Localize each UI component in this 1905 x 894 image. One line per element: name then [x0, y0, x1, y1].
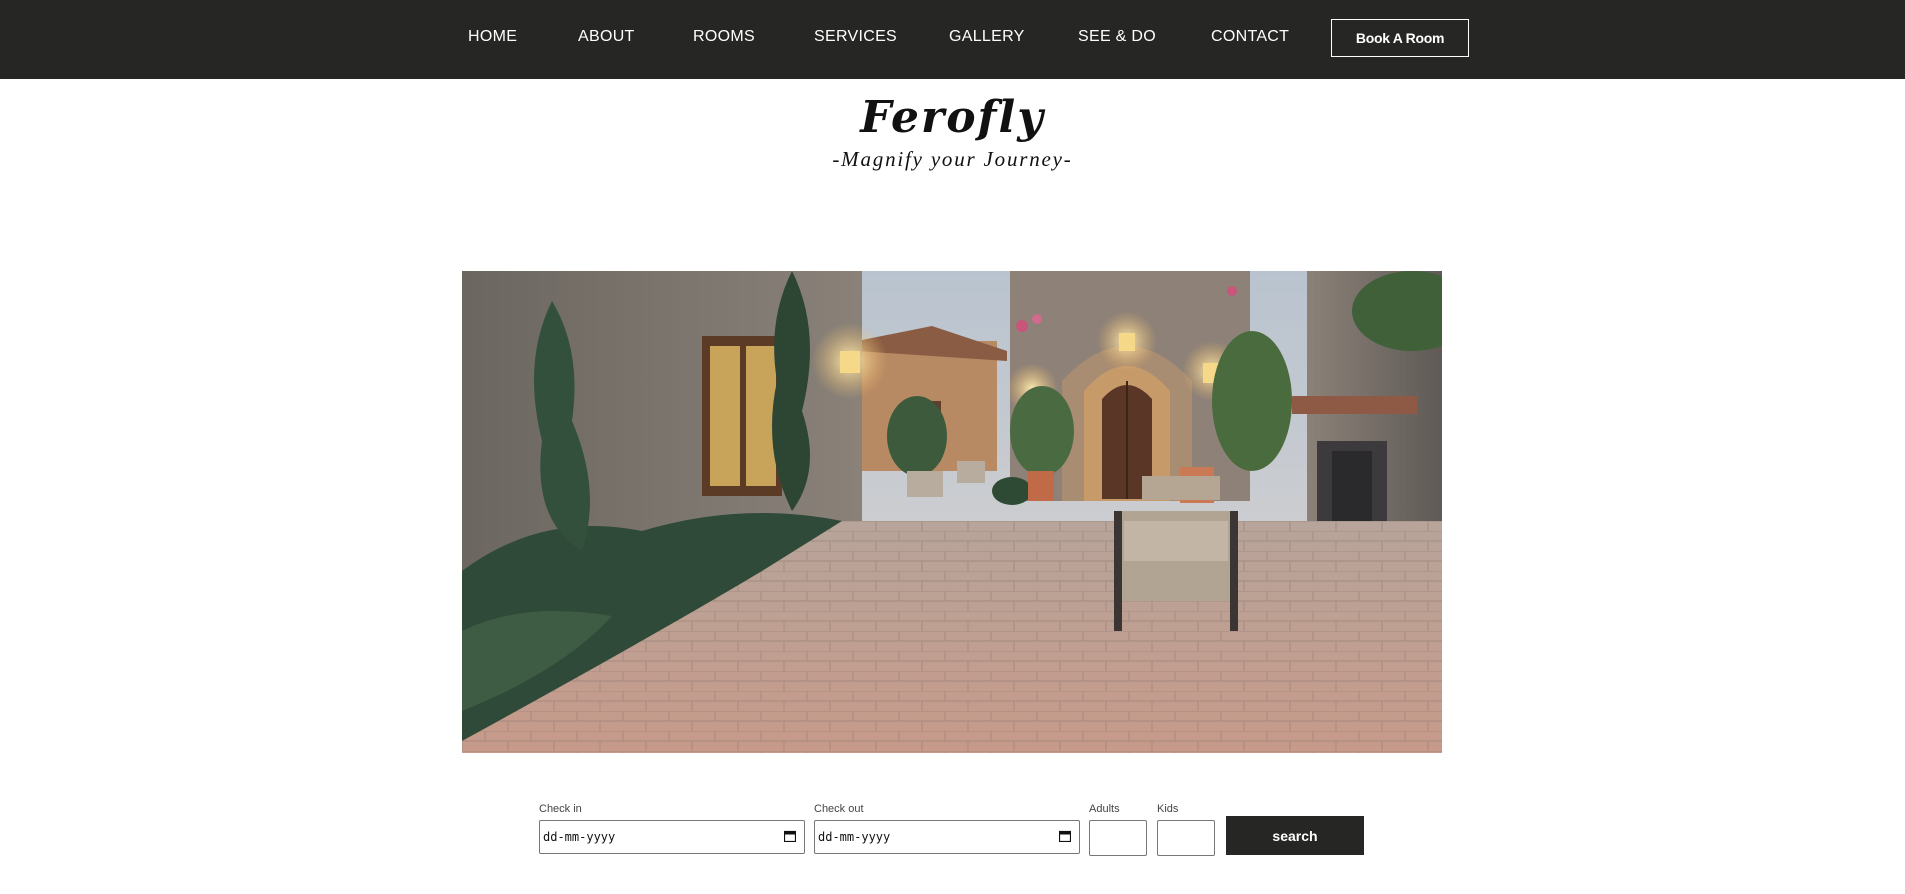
kids-label: Kids: [1157, 803, 1179, 815]
check-in-date-input[interactable]: dd-mm-yyyy: [539, 820, 805, 854]
calendar-icon[interactable]: [784, 830, 796, 842]
site-tagline: -Magnify your Journey-: [832, 147, 1073, 171]
check-out-date-input[interactable]: dd-mm-yyyy: [814, 820, 1080, 854]
adults-label: Adults: [1089, 803, 1120, 815]
check-in-label: Check in: [539, 803, 582, 815]
adults-input[interactable]: [1089, 820, 1147, 856]
hero-image: [462, 271, 1442, 753]
nav-rooms[interactable]: ROOMS: [693, 28, 755, 46]
nav-about[interactable]: ABOUT: [578, 28, 635, 46]
search-button[interactable]: search: [1226, 816, 1364, 855]
calendar-icon[interactable]: [1059, 830, 1071, 842]
kids-input[interactable]: [1157, 820, 1215, 856]
top-nav-bar: HOME ABOUT ROOMS SERVICES GALLERY SEE & …: [0, 0, 1905, 79]
check-out-label: Check out: [814, 803, 864, 815]
nav-gallery[interactable]: GALLERY: [949, 28, 1025, 46]
check-in-date-value: dd-mm-yyyy: [543, 830, 616, 844]
book-a-room-button[interactable]: Book A Room: [1331, 19, 1469, 57]
nav-home[interactable]: HOME: [468, 28, 517, 46]
nav-contact[interactable]: CONTACT: [1211, 28, 1289, 46]
check-out-date-value: dd-mm-yyyy: [818, 830, 891, 844]
nav-see-and-do[interactable]: SEE & DO: [1078, 28, 1156, 46]
site-title: Ferofly: [860, 92, 1045, 143]
nav-services[interactable]: SERVICES: [814, 28, 897, 46]
